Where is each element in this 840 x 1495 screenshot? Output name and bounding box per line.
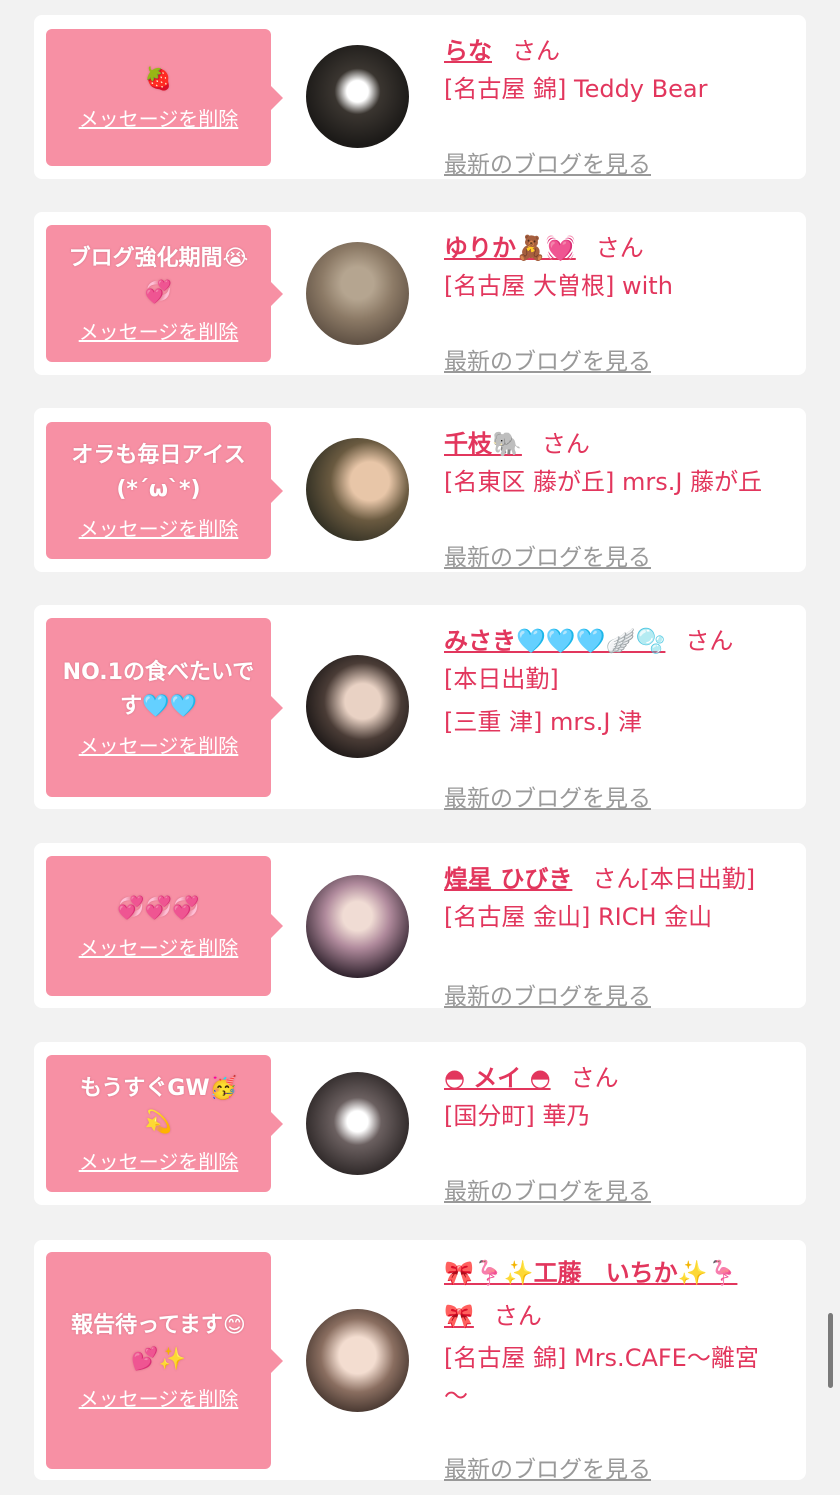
shop-info: [名古屋 金山] RICH 金山 <box>444 903 713 931</box>
work-status: [本日出勤] <box>444 665 559 693</box>
latest-blog-link[interactable]: 最新のブログを見る <box>444 1172 651 1206</box>
delete-message-link[interactable]: メッセージを削除 <box>79 932 239 961</box>
delete-message-link[interactable]: メッセージを削除 <box>79 1383 239 1412</box>
avatar[interactable] <box>306 1309 409 1412</box>
cast-name-link[interactable]: 🎀🦩✨工藤 いちか✨🦩 🎀 <box>444 1259 737 1330</box>
cast-name-link[interactable]: 煌星 ひびき <box>444 865 572 893</box>
profile-info: 煌星 ひびき さん[本日出勤] [名古屋 金山] RICH 金山 最新のブログを見… <box>444 859 799 1010</box>
favorite-card: ブログ強化期間😭 💞 メッセージを削除 ゆりか🧸💓 さん [名古屋 大曽根] wi… <box>34 212 806 375</box>
honorific: さん <box>541 430 590 458</box>
honorific: さん <box>595 234 644 262</box>
avatar[interactable] <box>306 1072 409 1175</box>
shop-info: [名東区 藤が丘] mrs.J 藤が丘 <box>444 468 763 496</box>
message-text: 🍓 <box>144 67 173 92</box>
honorific: さん <box>592 865 641 893</box>
message-bubble: NO.1の食べたいで す🩵🩵 メッセージを削除 <box>46 618 283 797</box>
delete-message-link[interactable]: メッセージを削除 <box>79 316 239 345</box>
profile-info: みさき🩵🩵🩵🪽🫧 さん [本日出勤] [三重 津] mrs.J 津 最新のブログを… <box>444 621 799 812</box>
shop-info: [国分町] 華乃 <box>444 1102 591 1130</box>
delete-message-link[interactable]: メッセージを削除 <box>79 103 239 132</box>
honorific: さん <box>493 1302 542 1330</box>
avatar[interactable] <box>306 242 409 345</box>
cast-name-link[interactable]: ◓ メイ ◓ <box>444 1064 551 1092</box>
latest-blog-link[interactable]: 最新のブログを見る <box>444 538 651 572</box>
cast-name-link[interactable]: みさき🩵🩵🩵🪽🫧 <box>444 627 665 655</box>
message-text: もうすぐGW🥳 💫 <box>79 1076 238 1135</box>
shop-info: [名古屋 大曽根] with <box>444 272 673 300</box>
favorite-card: 🍓 メッセージを削除 らな さん [名古屋 錦] Teddy Bear 最新のブロ… <box>34 15 806 179</box>
shop-info: [名古屋 錦] Teddy Bear <box>444 75 708 103</box>
avatar[interactable] <box>306 875 409 978</box>
avatar[interactable] <box>306 438 409 541</box>
message-bubble: もうすぐGW🥳 💫 メッセージを削除 <box>46 1055 283 1192</box>
profile-info: ◓ メイ ◓ さん [国分町] 華乃 最新のブログを見る <box>444 1058 799 1205</box>
favorite-card: オラも毎日アイス (*´ω`*) メッセージを削除 千枝🐘 さん [名東区 藤が丘… <box>34 408 806 572</box>
message-text: 💞💞💞 <box>117 895 200 921</box>
latest-blog-link[interactable]: 最新のブログを見る <box>444 779 651 813</box>
honorific: さん <box>685 627 734 655</box>
favorite-card: 報告待ってます😊 💕✨ メッセージを削除 🎀🦩✨工藤 いちか✨🦩 🎀 さん [名古… <box>34 1240 806 1483</box>
message-text: オラも毎日アイス (*´ω`*) <box>71 443 246 502</box>
favorite-card: 💞💞💞 メッセージを削除 煌星 ひびき さん[本日出勤] [名古屋 金山] RIC… <box>34 843 806 1010</box>
favorite-card: もうすぐGW🥳 💫 メッセージを削除 ◓ メイ ◓ さん [国分町] 華乃 最新の… <box>34 1042 806 1205</box>
latest-blog-link[interactable]: 最新のブログを見る <box>444 1450 651 1484</box>
message-bubble: ブログ強化期間😭 💞 メッセージを削除 <box>46 225 283 362</box>
latest-blog-link[interactable]: 最新のブログを見る <box>444 342 651 376</box>
latest-blog-link[interactable]: 最新のブログを見る <box>444 977 651 1011</box>
delete-message-link[interactable]: メッセージを削除 <box>79 730 239 759</box>
message-bubble: オラも毎日アイス (*´ω`*) メッセージを削除 <box>46 422 283 559</box>
avatar[interactable] <box>306 655 409 758</box>
message-bubble: 報告待ってます😊 💕✨ メッセージを削除 <box>46 1252 283 1469</box>
latest-blog-link[interactable]: 最新のブログを見る <box>444 145 651 179</box>
profile-info: ゆりか🧸💓 さん [名古屋 大曽根] with 最新のブログを見る <box>444 228 799 375</box>
cast-name-link[interactable]: 千枝🐘 <box>444 430 522 458</box>
message-bubble: 🍓 メッセージを削除 <box>46 29 283 166</box>
honorific: さん <box>570 1064 619 1092</box>
shop-info: [三重 津] mrs.J 津 <box>444 708 643 736</box>
message-text: NO.1の食べたいで す🩵🩵 <box>62 660 255 719</box>
profile-info: らな さん [名古屋 錦] Teddy Bear 最新のブログを見る <box>444 31 799 178</box>
work-status: [本日出勤] <box>640 865 756 893</box>
avatar[interactable] <box>306 45 409 148</box>
delete-message-link[interactable]: メッセージを削除 <box>79 1146 239 1175</box>
cast-name-link[interactable]: ゆりか🧸💓 <box>444 234 576 262</box>
favorite-card: NO.1の食べたいで す🩵🩵 メッセージを削除 みさき🩵🩵🩵🪽🫧 さん [本日出勤… <box>34 605 806 812</box>
honorific: さん <box>512 37 560 65</box>
shop-info: [名古屋 錦] Mrs.CAFE～離宮 ～ <box>444 1344 759 1410</box>
delete-message-link[interactable]: メッセージを削除 <box>79 513 239 542</box>
message-text: 報告待ってます😊 💕✨ <box>71 1313 246 1372</box>
cast-name-link[interactable]: らな <box>444 37 492 65</box>
profile-info: 千枝🐘 さん [名東区 藤が丘] mrs.J 藤が丘 最新のブログを見る <box>444 424 799 571</box>
message-text: ブログ強化期間😭 💞 <box>68 246 249 305</box>
scrollbar[interactable] <box>828 1313 833 1388</box>
profile-info: 🎀🦩✨工藤 いちか✨🦩 🎀 さん [名古屋 錦] Mrs.CAFE～離宮 ～ 最新… <box>444 1256 799 1483</box>
message-bubble: 💞💞💞 メッセージを削除 <box>46 856 283 996</box>
